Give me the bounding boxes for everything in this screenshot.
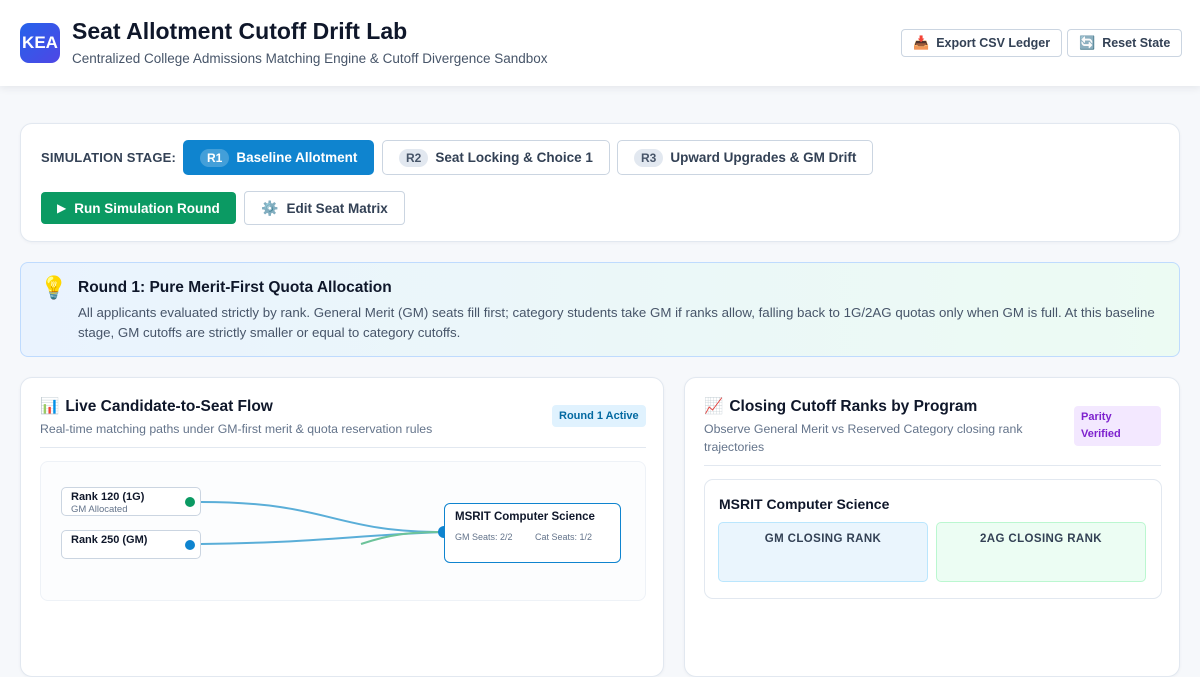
panel-divider: [40, 447, 646, 448]
flow-path-rank-120: [200, 501, 445, 533]
program-cutoff-name: MSRIT Computer Science: [719, 496, 890, 512]
program-name: MSRIT Computer Science: [455, 511, 595, 523]
cutoff-ranks-subtitle: Observe General Merit vs Reserved Catego…: [704, 422, 1023, 454]
round-info-title: Round 1: Pure Merit-First Quota Allocati…: [78, 279, 392, 296]
reset-state-button[interactable]: 🔄 Reset State: [1067, 29, 1183, 57]
seat-flow-panel: 📊 Live Candidate-to-Seat Flow Real-time …: [20, 377, 664, 677]
export-csv-button[interactable]: 📥 Export CSV Ledger: [901, 29, 1063, 57]
program-node-msrit-cs[interactable]: MSRIT Computer Science GM Seats: 2/2 Cat…: [444, 503, 621, 563]
run-simulation-label: Run Simulation Round: [74, 200, 220, 216]
stage-tab-r3[interactable]: R3 Upward Upgrades & GM Drift: [617, 140, 874, 175]
round-status-badge: Round 1 Active: [552, 405, 646, 427]
page-title: Seat Allotment Cutoff Drift Lab: [72, 18, 408, 44]
lightbulb-icon: 💡: [40, 275, 68, 300]
stage-tag: R1: [200, 148, 230, 167]
2ag-closing-rank-box: 2AG CLOSING RANK: [936, 522, 1146, 582]
reset-state-label: Reset State: [1102, 36, 1171, 50]
app-header: KEA Seat Allotment Cutoff Drift Lab Cent…: [0, 0, 1200, 86]
seat-flow-title: 📊 Live Candidate-to-Seat Flow: [40, 397, 273, 416]
allocation-dot: [185, 540, 195, 550]
candidate-label: Rank 120 (1G): [71, 491, 145, 503]
program-cutoff-card: MSRIT Computer Science GM CLOSING RANK 2…: [704, 479, 1162, 599]
inbox-tray-icon: 📥: [913, 35, 930, 50]
cutoff-ranks-panel: 📈 Closing Cutoff Ranks by Program Observ…: [684, 377, 1180, 677]
play-icon: ▶: [57, 201, 67, 215]
edit-seat-matrix-button[interactable]: ⚙️ Edit Seat Matrix: [244, 191, 405, 225]
refresh-icon: 🔄: [1079, 35, 1096, 50]
trending-chart-icon: 📈: [704, 398, 724, 415]
flow-path-category: [360, 531, 445, 545]
candidate-label: Rank 250 (GM): [71, 534, 148, 546]
cutoff-ranks-title: 📈 Closing Cutoff Ranks by Program: [704, 397, 977, 416]
stage-tab-label: Upward Upgrades & GM Drift: [670, 150, 857, 165]
2ag-closing-rank-label: 2AG CLOSING RANK: [979, 533, 1103, 545]
round-info-body: All applicants evaluated strictly by ran…: [78, 305, 1155, 340]
simulation-stage-label: SIMULATION STAGE:: [41, 150, 177, 165]
category-seats-count: Cat Seats: 1/2: [535, 532, 593, 542]
stage-tab-label: Baseline Allotment: [236, 150, 358, 165]
cutoff-ranks-title-text: Closing Cutoff Ranks by Program: [729, 397, 978, 415]
candidate-node-rank-250[interactable]: Rank 250 (GM): [61, 530, 201, 559]
gm-seats-count: GM Seats: 2/2: [455, 532, 513, 542]
simulation-controls-card: SIMULATION STAGE: R1 Baseline Allotment …: [20, 123, 1180, 242]
round-info-banner: 💡 Round 1: Pure Merit-First Quota Alloca…: [20, 262, 1180, 357]
allocation-dot: [185, 497, 195, 507]
parity-badge: Parity Verified: [1074, 406, 1161, 446]
app-logo: KEA: [20, 23, 60, 63]
seat-flow-title-text: Live Candidate-to-Seat Flow: [65, 397, 273, 415]
bar-chart-icon: 📊: [40, 398, 60, 415]
page-subtitle: Centralized College Admissions Matching …: [72, 51, 548, 66]
run-simulation-button[interactable]: ▶ Run Simulation Round: [41, 192, 236, 224]
stage-tag: R2: [399, 148, 429, 167]
flow-diagram: Rank 120 (1G) GM Allocated Rank 250 (GM)…: [40, 461, 646, 601]
candidate-status: GM Allocated: [71, 504, 128, 515]
seat-flow-subtitle: Real-time matching paths under GM-first …: [40, 422, 433, 436]
edit-seat-matrix-label: Edit Seat Matrix: [286, 200, 388, 216]
gm-closing-rank-box: GM CLOSING RANK: [718, 522, 928, 582]
export-csv-label: Export CSV Ledger: [936, 36, 1051, 50]
stage-tab-label: Seat Locking & Choice 1: [435, 150, 593, 165]
candidate-node-rank-120[interactable]: Rank 120 (1G) GM Allocated: [61, 487, 201, 516]
gm-closing-rank-label: GM CLOSING RANK: [764, 533, 882, 545]
stage-tab-r2[interactable]: R2 Seat Locking & Choice 1: [382, 140, 610, 175]
panel-divider: [704, 465, 1161, 466]
gear-icon: ⚙️: [261, 199, 279, 216]
stage-tag: R3: [634, 148, 664, 167]
stage-tab-r1[interactable]: R1 Baseline Allotment: [183, 140, 375, 175]
